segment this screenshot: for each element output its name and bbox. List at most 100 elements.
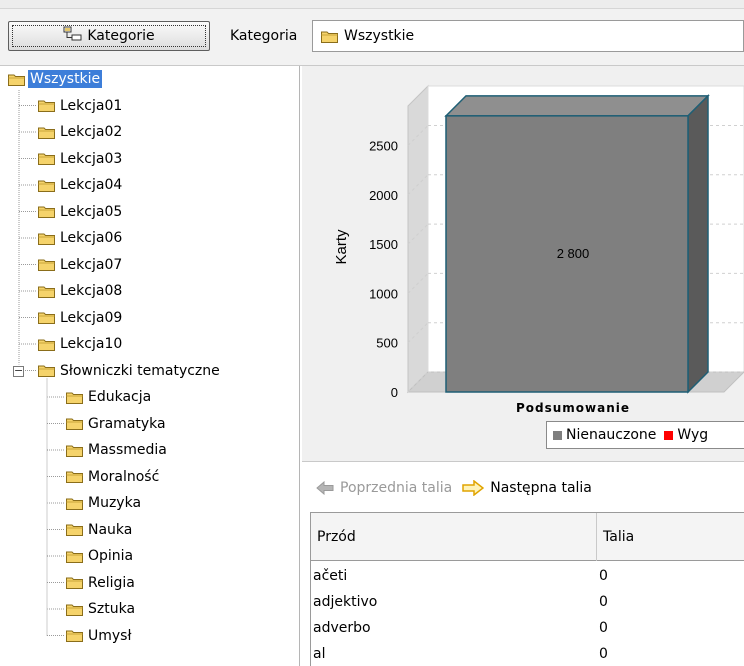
table-row[interactable]: ačeti 0: [311, 563, 744, 589]
categories-button[interactable]: Kategorie: [8, 21, 210, 51]
folder-icon: [38, 179, 55, 192]
toolbar-strip: [0, 0, 744, 9]
tree-node-label: Nauka: [88, 521, 133, 538]
folder-icon: [38, 258, 55, 271]
chart-side-wall: [407, 84, 429, 394]
tree-node-topic[interactable]: Nauka: [66, 519, 134, 541]
cell-front: adjektivo: [313, 594, 378, 610]
cards-table: Przód Talia ačeti 0 adjektivo 0 adverbo 0 al 0: [310, 512, 744, 666]
column-header-front[interactable]: Przód: [311, 513, 597, 561]
cell-deck: 0: [599, 568, 608, 584]
y-tick-label: 0: [391, 385, 398, 400]
tree-node-lekcja05[interactable]: Lekcja05: [38, 201, 124, 223]
summary-chart: 0 500 1000 1500 2000 2500 Karty 2 800 Podsumowan…: [302, 66, 744, 462]
folder-icon: [66, 444, 83, 457]
tree-node-label: Opinia: [88, 548, 134, 564]
toolbar: Kategorie Kategoria Wszystkie: [0, 0, 744, 66]
legend-swatch-wyg: [664, 430, 674, 440]
tree-node-label: Lekcja06: [60, 230, 123, 246]
tree-node-topic[interactable]: Opinia: [66, 545, 135, 567]
x-category-label: Podsumowanie: [516, 401, 630, 415]
legend-swatch-nienauczone: [553, 430, 562, 440]
category-combo-value: Wszystkie: [344, 28, 415, 44]
tree-node-label: Wszystkie: [28, 70, 103, 88]
tree-node-slowniczki[interactable]: Słowniczki tematyczne: [38, 360, 222, 382]
tree-node-lekcja01[interactable]: Lekcja01: [38, 95, 124, 117]
folder-icon: [321, 30, 338, 43]
folder-icon: [38, 126, 55, 139]
cell-deck: 0: [599, 646, 608, 662]
tree-node-topic[interactable]: Sztuka: [66, 598, 137, 620]
tree-node-label: Słowniczki tematyczne: [60, 362, 220, 379]
table-row[interactable]: adverbo 0: [311, 615, 744, 641]
folder-icon: [66, 417, 83, 430]
tree-node-label: Sztuka: [88, 601, 136, 617]
column-header-deck[interactable]: Talia: [597, 513, 744, 561]
folder-icon: [38, 285, 55, 298]
tree-node-lekcja07[interactable]: Lekcja07: [38, 254, 124, 276]
category-label: Kategoria: [230, 28, 298, 44]
tree-node-label: Lekcja05: [60, 203, 123, 220]
next-deck-button[interactable]: Następna talia: [462, 480, 592, 496]
folder-icon: [8, 73, 25, 86]
folder-icon: [66, 391, 83, 404]
folder-icon: [38, 364, 55, 377]
bar-data-label: 2 800: [557, 246, 590, 261]
folder-icon: [66, 497, 83, 510]
cell-front: al: [313, 646, 326, 662]
previous-deck-label: Poprzednia talia: [340, 480, 453, 496]
tree-node-topic[interactable]: Moralność: [66, 466, 161, 488]
tree-node-label: Lekcja01: [60, 97, 123, 114]
chart-canvas: 0 500 1000 1500 2000 2500 Karty 2 800 Podsumowan…: [333, 84, 744, 415]
tree-node-lekcja08[interactable]: Lekcja08: [38, 280, 124, 302]
tree-node-label: Massmedia: [88, 442, 167, 458]
table-header: Przód Talia: [311, 513, 744, 561]
folder-icon: [38, 338, 55, 351]
tree-node-topic[interactable]: Muzyka: [66, 492, 143, 514]
table-row[interactable]: adjektivo 0: [311, 589, 744, 615]
table-row[interactable]: al 0: [311, 641, 744, 666]
tree-node-lekcja09[interactable]: Lekcja09: [38, 307, 124, 329]
folder-icon: [66, 470, 83, 483]
y-axis-label: Karty: [333, 229, 350, 265]
tree-node-label: Muzyka: [88, 495, 142, 511]
tree-node-label: Lekcja10: [60, 336, 123, 352]
tree-node-label: Lekcja09: [60, 309, 123, 326]
tree-node-topic[interactable]: Edukacja: [66, 386, 153, 408]
tree-node-topic[interactable]: Umysł: [66, 625, 133, 647]
bar-top-face: [444, 95, 710, 117]
arrow-right-icon: [462, 480, 485, 496]
y-tick-label: 1500: [369, 237, 398, 252]
folder-icon: [66, 550, 83, 563]
tree-node-label: Lekcja08: [60, 283, 123, 299]
folder-icon: [38, 152, 55, 165]
tree-node-topic[interactable]: Religia: [66, 572, 137, 594]
cell-front: adverbo: [313, 620, 371, 636]
tree-node-lekcja03[interactable]: Lekcja03: [38, 148, 124, 170]
deck-navigation: Poprzednia talia Następna talia: [302, 470, 744, 506]
previous-deck-button[interactable]: Poprzednia talia: [316, 480, 452, 496]
tree-node-root[interactable]: Wszystkie: [8, 68, 103, 90]
tree-node-label: Edukacja: [88, 389, 152, 405]
cell-deck: 0: [599, 620, 608, 636]
folder-icon: [38, 232, 55, 245]
tree-node-label: Gramatyka: [88, 415, 166, 432]
cell-deck: 0: [599, 594, 608, 610]
focus-ring: [12, 25, 206, 47]
tree-node-lekcja06[interactable]: Lekcja06: [38, 227, 124, 249]
tree-node-lekcja10[interactable]: Lekcja10: [38, 333, 124, 355]
folder-icon: [66, 603, 83, 616]
tree-node-label: Lekcja02: [60, 124, 123, 140]
tree-node-topic[interactable]: Massmedia: [66, 439, 169, 461]
folder-icon: [38, 99, 55, 112]
arrow-left-icon: [316, 481, 334, 495]
y-tick-label: 1000: [369, 286, 398, 301]
tree-node-label: Lekcja04: [60, 177, 123, 193]
legend-label-wyg: Wyg: [677, 427, 709, 443]
tree-node-lekcja02[interactable]: Lekcja02: [38, 121, 124, 143]
collapse-toggle[interactable]: −: [13, 365, 24, 377]
category-combo[interactable]: Wszystkie: [312, 20, 744, 52]
folder-icon: [66, 629, 83, 642]
tree-node-topic[interactable]: Gramatyka: [66, 413, 168, 435]
tree-node-lekcja04[interactable]: Lekcja04: [38, 174, 124, 196]
